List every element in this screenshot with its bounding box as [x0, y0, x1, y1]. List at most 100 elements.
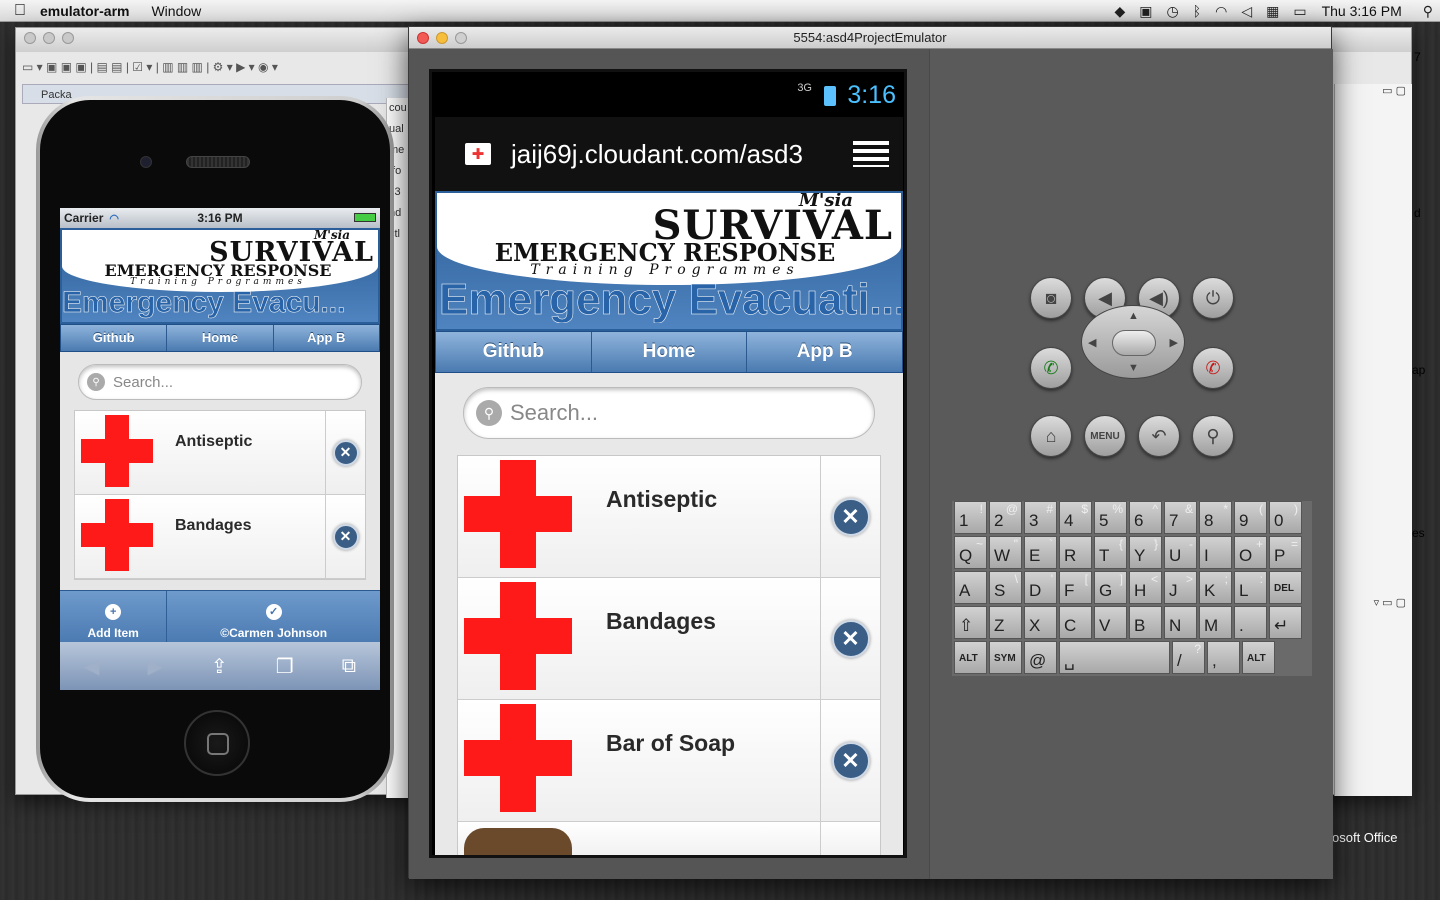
bluetooth-icon[interactable]: ᛒ: [1193, 3, 1201, 19]
back-button[interactable]: ↶: [1138, 415, 1180, 457]
url-text[interactable]: jaij69j.cloudant.com/asd3: [511, 139, 853, 170]
key[interactable]: Z: [989, 606, 1022, 639]
list-item[interactable]: Antiseptic ✕: [75, 411, 365, 495]
key[interactable]: ,: [1207, 641, 1240, 674]
key[interactable]: H <: [1129, 571, 1162, 604]
key[interactable]: 6 ^: [1129, 501, 1162, 534]
key[interactable]: O +: [1234, 536, 1267, 569]
delete-button[interactable]: ✕: [325, 495, 365, 578]
add-item-button[interactable]: + Add Item: [60, 591, 168, 642]
nav-home[interactable]: Home: [592, 332, 748, 372]
list-item[interactable]: Bandages ✕: [458, 578, 880, 700]
call-button[interactable]: ✆: [1030, 347, 1072, 389]
panel-minmax-icon-2[interactable]: ▿ ▭ ▢: [1374, 596, 1406, 609]
dropbox-icon[interactable]: ◆: [1114, 3, 1125, 20]
key[interactable]: ALT: [954, 641, 987, 674]
search-input[interactable]: ⚲ Search...: [78, 364, 362, 400]
author-button[interactable]: ✓ ©Carmen Johnson: [167, 591, 380, 642]
volume-icon[interactable]: ◁: [1241, 3, 1252, 20]
share-icon[interactable]: ⇪: [211, 654, 228, 679]
key[interactable]: 5%: [1094, 501, 1127, 534]
search-input[interactable]: ⚲ Search...: [463, 387, 875, 439]
key[interactable]: 1!: [954, 501, 987, 534]
delete-button[interactable]: ✕: [820, 578, 880, 699]
key[interactable]: B: [1129, 606, 1162, 639]
display-icon[interactable]: ▣: [1139, 3, 1152, 20]
nav-github[interactable]: Github: [436, 332, 592, 372]
bookmarks-icon[interactable]: ❐: [276, 654, 294, 679]
key[interactable]: Y}: [1129, 536, 1162, 569]
eclipse-toolbar[interactable]: ▭ ▾ ▣ ▣ ▣ | ▤ ▤ | ☑ ▾ | ▥ ▥ ▥ | ⚙ ▾ ▶ ▾ …: [22, 56, 278, 78]
spotlight-icon[interactable]: ⚲: [1423, 3, 1433, 20]
apple-icon[interactable]: : [0, 2, 40, 20]
nav-appb[interactable]: App B: [274, 325, 379, 351]
key[interactable]: ALT: [1242, 641, 1275, 674]
battery-icon[interactable]: ▭: [1293, 3, 1306, 20]
browser-url-bar[interactable]: ✚ jaij69j.cloudant.com/asd3: [435, 117, 903, 191]
key[interactable]: J >: [1164, 571, 1197, 604]
key[interactable]: @: [1024, 641, 1057, 674]
time-machine-icon[interactable]: ◷: [1166, 3, 1178, 20]
calendar-icon[interactable]: ▦: [1266, 3, 1279, 20]
key[interactable]: I: [1199, 536, 1232, 569]
key[interactable]: R: [1059, 536, 1092, 569]
key[interactable]: SYM: [989, 641, 1022, 674]
key[interactable]: S \: [989, 571, 1022, 604]
window-menu[interactable]: Window: [151, 3, 201, 19]
key[interactable]: W ": [989, 536, 1022, 569]
delete-button[interactable]: ✕: [820, 456, 880, 577]
menu-button[interactable]: MENU: [1084, 415, 1126, 457]
home-button[interactable]: [184, 710, 250, 776]
key[interactable]: ⇧: [954, 606, 987, 639]
delete-button[interactable]: [820, 822, 880, 855]
power-button[interactable]: ⏻: [1192, 277, 1234, 319]
end-call-button[interactable]: ✆: [1192, 347, 1234, 389]
key[interactable]: L:: [1234, 571, 1267, 604]
key[interactable]: D ': [1024, 571, 1057, 604]
key[interactable]: N: [1164, 606, 1197, 639]
desktop-file-label[interactable]: osoft Office: [1332, 830, 1398, 845]
key[interactable]: 7 &: [1164, 501, 1197, 534]
list-item[interactable]: [458, 822, 880, 855]
key[interactable]: 0): [1269, 501, 1302, 534]
browser-menu-icon[interactable]: [853, 141, 889, 167]
key[interactable]: ↵: [1269, 606, 1302, 639]
key[interactable]: 4 $: [1059, 501, 1092, 534]
delete-button[interactable]: ✕: [820, 700, 880, 821]
nav-home[interactable]: Home: [167, 325, 274, 351]
key[interactable]: T{: [1094, 536, 1127, 569]
key[interactable]: U-: [1164, 536, 1197, 569]
key[interactable]: X: [1024, 606, 1057, 639]
key[interactable]: 3 #: [1024, 501, 1057, 534]
back-arrow-icon[interactable]: ◀: [84, 654, 99, 679]
key[interactable]: A: [954, 571, 987, 604]
key[interactable]: C: [1059, 606, 1092, 639]
key[interactable]: DEL: [1269, 571, 1302, 604]
eclipse-window-controls[interactable]: [24, 31, 81, 49]
key[interactable]: 8 *: [1199, 501, 1232, 534]
key[interactable]: V: [1094, 606, 1127, 639]
panel-minmax-icon[interactable]: ▭ ▢: [1382, 84, 1406, 97]
nav-appb[interactable]: App B: [747, 332, 902, 372]
key[interactable]: K;: [1199, 571, 1232, 604]
dpad[interactable]: ▲ ▼ ◀ ▶: [1081, 305, 1185, 379]
key[interactable]: G]: [1094, 571, 1127, 604]
key[interactable]: 9(: [1234, 501, 1267, 534]
key[interactable]: P =: [1269, 536, 1302, 569]
forward-arrow-icon[interactable]: ▶: [147, 654, 162, 679]
tabs-icon[interactable]: ⧉: [342, 655, 356, 678]
home-button[interactable]: ⌂: [1030, 415, 1072, 457]
key[interactable]: .: [1234, 606, 1267, 639]
key[interactable]: /?: [1172, 641, 1205, 674]
camera-button[interactable]: ◙: [1030, 277, 1072, 319]
key[interactable]: F[: [1059, 571, 1092, 604]
key[interactable]: M: [1199, 606, 1232, 639]
list-item[interactable]: Bar of Soap ✕: [458, 700, 880, 822]
list-item[interactable]: Bandages ✕: [75, 495, 365, 579]
key[interactable]: E `: [1024, 536, 1057, 569]
search-button[interactable]: ⚲: [1192, 415, 1234, 457]
list-item[interactable]: Antiseptic ✕: [458, 456, 880, 578]
key[interactable]: ␣: [1059, 641, 1170, 674]
key[interactable]: Q ~: [954, 536, 987, 569]
delete-button[interactable]: ✕: [325, 411, 365, 494]
